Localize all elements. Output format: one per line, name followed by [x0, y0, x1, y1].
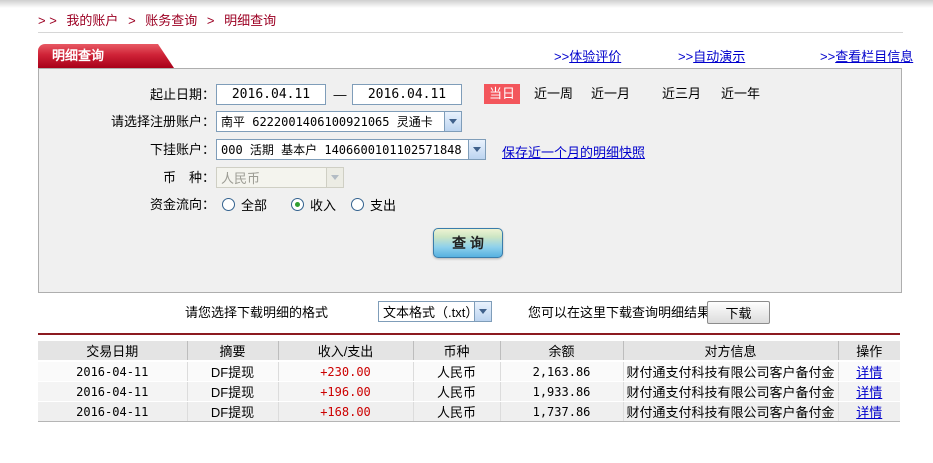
link-experience-rating[interactable]: >>体验评价: [554, 46, 621, 65]
table-row: 2016-04-11 DF提现 +230.00 人民币 2,163.86 财付通…: [38, 361, 900, 382]
date-to-input[interactable]: [352, 84, 462, 105]
sub-account-label: 下挂账户：: [149, 142, 215, 157]
detail-link[interactable]: 详情: [856, 405, 882, 420]
header-amount: 收入/支出: [278, 341, 414, 362]
register-account-label: 请选择注册账户：: [110, 114, 215, 129]
cell-balance: 1,933.86: [500, 381, 624, 402]
results-table: 交易日期 摘要 收入/支出 币种 余额 对方信息 操作 2016-04-11 D…: [38, 341, 900, 422]
breadcrumb-separator: >: [128, 13, 136, 28]
sub-account-value: 000 活期 基本户 1406600101102571848: [221, 143, 462, 157]
table-row: 2016-04-11 DF提现 +168.00 人民币 1,737.86 财付通…: [38, 401, 900, 422]
link-prefix: >>: [678, 49, 694, 64]
cell-summary: DF提现: [187, 381, 279, 402]
header-action: 操作: [838, 341, 900, 362]
chevron-down-icon: [326, 168, 343, 187]
fund-flow-label: 资金流向：: [149, 197, 215, 212]
chevron-down-icon: [468, 140, 485, 159]
tab-title: 明细查询: [52, 48, 105, 63]
download-button[interactable]: 下载: [707, 301, 770, 324]
currency-label: 币 种：: [162, 170, 215, 185]
cell-balance: 2,163.86: [500, 361, 624, 382]
download-hint: 您可以在这里下载查询明细结果: [528, 305, 711, 320]
flow-radio-all[interactable]: 全部: [222, 195, 267, 214]
link-label: 自动演示: [693, 49, 746, 64]
cell-balance: 1,737.86: [500, 401, 624, 422]
cell-date: 2016-04-11: [38, 361, 188, 382]
header-summary: 摘要: [187, 341, 279, 362]
chevron-down-icon: [444, 112, 461, 131]
detail-link[interactable]: 详情: [856, 365, 882, 380]
radio-label: 支出: [370, 198, 397, 213]
date-range-label: 起止日期：: [149, 87, 215, 102]
date-dash: —: [333, 87, 347, 102]
flow-radio-income[interactable]: 收入: [291, 195, 336, 214]
cell-action: 详情: [838, 401, 900, 422]
radio-label: 收入: [310, 198, 337, 213]
sub-account-select[interactable]: 000 活期 基本户 1406600101102571848: [216, 139, 486, 160]
tab-detail-query[interactable]: 明细查询: [38, 44, 174, 68]
divider-line: [38, 32, 903, 33]
link-auto-demo[interactable]: >>自动演示: [678, 46, 745, 65]
breadcrumb-item-account-query[interactable]: 账务查询: [145, 13, 197, 28]
query-button[interactable]: 查 询: [433, 228, 503, 258]
download-format-label: 请您选择下载明细的格式: [185, 305, 329, 320]
radio-icon: [351, 198, 364, 211]
quick-range-year[interactable]: 近一年: [721, 84, 760, 104]
cell-currency: 人民币: [413, 401, 501, 422]
currency-select: 人民币: [216, 167, 344, 188]
top-gradient: [0, 0, 933, 8]
cell-currency: 人民币: [413, 381, 501, 402]
breadcrumb: > > 我的账户 > 账务查询 > 明细查询: [38, 10, 276, 29]
register-account-select[interactable]: 南平 6222001406100921065 灵通卡: [216, 111, 462, 132]
link-prefix: >>: [820, 49, 836, 64]
link-label: 体验评价: [569, 49, 622, 64]
date-from-input[interactable]: [216, 84, 326, 105]
header-currency: 币种: [413, 341, 501, 362]
breadcrumb-prefix: > >: [38, 13, 57, 28]
table-row: 2016-04-11 DF提现 +196.00 人民币 1,933.86 财付通…: [38, 381, 900, 402]
cell-counterparty: 财付通支付科技有限公司客户备付金: [623, 361, 839, 382]
flow-radio-expense[interactable]: 支出: [351, 195, 396, 214]
cell-summary: DF提现: [187, 361, 279, 382]
download-format-select[interactable]: 文本格式（.txt）: [378, 301, 492, 322]
breadcrumb-separator: >: [206, 13, 215, 28]
link-view-column-info[interactable]: >>查看栏目信息: [820, 46, 913, 65]
currency-value: 人民币: [221, 171, 261, 186]
quick-range-month[interactable]: 近一月: [591, 84, 630, 104]
link-label: 查看栏目信息: [835, 49, 914, 64]
save-snapshot-link[interactable]: 保存近一个月的明细快照: [502, 142, 645, 161]
cell-summary: DF提现: [187, 401, 279, 422]
download-format-value: 文本格式（.txt）: [383, 305, 474, 320]
cell-date: 2016-04-11: [38, 381, 188, 402]
cell-amount: +230.00: [278, 361, 414, 382]
cell-amount: +196.00: [278, 381, 414, 402]
cell-counterparty: 财付通支付科技有限公司客户备付金: [623, 401, 839, 422]
radio-icon: [222, 198, 235, 211]
radio-icon: [291, 198, 304, 211]
cell-action: 详情: [838, 361, 900, 382]
breadcrumb-item-detail-query[interactable]: 明细查询: [224, 13, 276, 28]
link-prefix: >>: [554, 49, 570, 64]
quick-range-today-badge[interactable]: 当日: [484, 84, 521, 104]
cell-counterparty: 财付通支付科技有限公司客户备付金: [623, 381, 839, 402]
cell-date: 2016-04-11: [38, 401, 188, 422]
table-header-row: 交易日期 摘要 收入/支出 币种 余额 对方信息 操作: [38, 341, 900, 362]
register-account-value: 南平 6222001406100921065 灵通卡: [221, 115, 433, 129]
quick-range-week[interactable]: 近一周: [534, 84, 573, 104]
header-balance: 余额: [500, 341, 624, 362]
quick-range-3months[interactable]: 近三月: [662, 84, 701, 104]
cell-currency: 人民币: [413, 361, 501, 382]
breadcrumb-item-my-account[interactable]: 我的账户: [66, 13, 118, 28]
detail-link[interactable]: 详情: [856, 385, 882, 400]
header-counterparty: 对方信息: [623, 341, 839, 362]
cell-action: 详情: [838, 381, 900, 402]
header-date: 交易日期: [38, 341, 188, 362]
detail-query-page: > > 我的账户 > 账务查询 > 明细查询 明细查询 >>体验评价 >>自动演…: [0, 0, 933, 463]
cell-amount: +168.00: [278, 401, 414, 422]
radio-label: 全部: [241, 198, 268, 213]
table-top-rule: [38, 333, 900, 335]
chevron-down-icon: [474, 302, 491, 321]
